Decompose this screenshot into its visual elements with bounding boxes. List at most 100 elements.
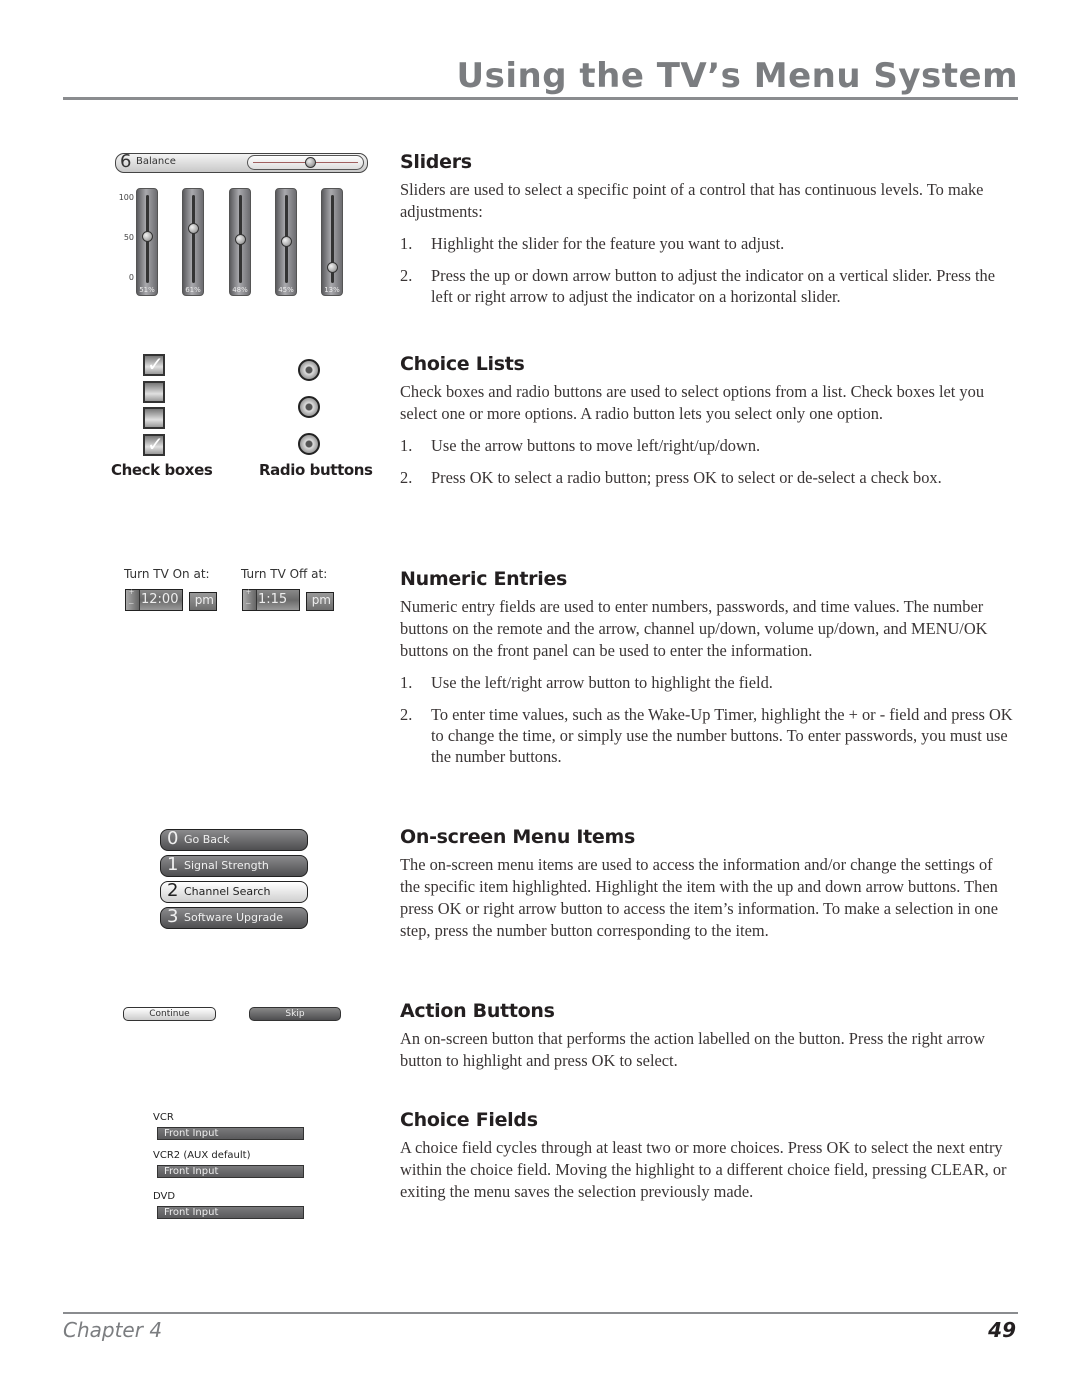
menu-item-software-upgrade[interactable]: 3 Software Upgrade: [160, 906, 308, 929]
section-choice-fields: Choice Fields A choice field cycles thro…: [400, 1109, 1015, 1213]
footer-rule: [63, 1312, 1018, 1314]
vertical-slider[interactable]: 48%: [229, 188, 251, 296]
section-choice-lists: Choice Lists Check boxes and radio butto…: [400, 353, 1015, 499]
balance-track[interactable]: [247, 155, 364, 170]
section-action-buttons: Action Buttons An on-screen button that …: [400, 1000, 1015, 1082]
choice-field-vcr2[interactable]: Front Input: [157, 1165, 304, 1178]
menu-item-number: 0: [167, 828, 179, 849]
section-intro: Numeric entry fields are used to enter n…: [400, 597, 988, 660]
slider-knob[interactable]: [281, 236, 292, 247]
skip-button[interactable]: Skip: [249, 1007, 341, 1021]
page-title: Using the TV’s Menu System: [456, 56, 1018, 96]
section-intro: Check boxes and radio buttons are used t…: [400, 382, 985, 423]
page-number: 49: [988, 1318, 1016, 1342]
radio-button[interactable]: [298, 433, 320, 455]
section-numeric-entries: Numeric Entries Numeric entry fields are…: [400, 568, 1015, 778]
section-heading: Choice Fields: [400, 1109, 538, 1131]
menu-item-label: Channel Search: [184, 885, 271, 898]
step-text: To enter time values, such as the Wake-U…: [431, 705, 1013, 766]
section-menu-items: On-screen Menu Items The on-screen menu …: [400, 826, 1015, 952]
menu-item-number: 3: [167, 906, 179, 927]
check-mark-icon: ✓: [147, 432, 164, 456]
menu-item-label: Signal Strength: [184, 859, 269, 872]
balance-label: Balance: [136, 156, 176, 167]
scale-label-100: 100: [118, 193, 134, 202]
slider-knob[interactable]: [188, 223, 199, 235]
section-heading: Choice Lists: [400, 353, 525, 375]
balance-number: 6: [120, 151, 132, 172]
choice-field-vcr[interactable]: Front Input: [157, 1127, 304, 1140]
turn-on-time-value: 12:00: [141, 592, 179, 607]
slider-knob[interactable]: [327, 261, 338, 273]
section-intro: Sliders are used to select a specific po…: [400, 180, 984, 221]
vertical-slider[interactable]: 45%: [275, 188, 297, 296]
checkbox[interactable]: [143, 407, 165, 429]
checkbox[interactable]: ✓: [143, 352, 165, 376]
turn-off-label: Turn TV Off at:: [241, 567, 328, 581]
plus-minus-spinner-icon[interactable]: [243, 587, 257, 610]
turn-off-time-value: 1:15: [258, 592, 288, 607]
turn-on-time-field[interactable]: 12:00: [125, 587, 183, 611]
menu-item-signal-strength[interactable]: 1 Signal Strength: [160, 854, 308, 877]
section-heading: Numeric Entries: [400, 568, 568, 590]
menu-item-channel-search[interactable]: 2 Channel Search: [160, 880, 308, 903]
radio-button[interactable]: [298, 396, 320, 418]
step-item: 2. To enter time values, such as the Wake…: [400, 704, 1015, 767]
step-item: 1. Use the arrow buttons to move left/rig…: [400, 435, 1015, 456]
step-item: 2. Press OK to select a radio button; pre…: [400, 467, 1015, 488]
radio-button[interactable]: [298, 359, 320, 381]
menu-item-label: Software Upgrade: [184, 911, 284, 924]
slider-percent: 45%: [278, 286, 294, 294]
vertical-slider[interactable]: 61%: [182, 188, 204, 296]
section-heading: Action Buttons: [400, 1000, 555, 1022]
menu-item-label: Go Back: [184, 833, 230, 846]
balance-knob[interactable]: [304, 157, 316, 168]
slider-percent: 48%: [232, 286, 248, 294]
step-text: Use the left/right arrow button to highl…: [431, 673, 773, 692]
step-item: 2. Press the up or down arrow button to a…: [400, 265, 1015, 307]
slider-groove: [192, 195, 195, 283]
menu-item-go-back[interactable]: 0 Go Back: [160, 828, 308, 851]
chapter-label: Chapter 4: [63, 1318, 163, 1342]
step-number: 2.: [400, 468, 413, 487]
continue-button[interactable]: Continue: [123, 1007, 216, 1021]
checkbox[interactable]: [143, 381, 165, 403]
step-number: 1.: [400, 673, 413, 692]
turn-on-ampm-field[interactable]: pm: [189, 592, 217, 611]
balance-slider[interactable]: 6 Balance: [115, 151, 368, 173]
choice-field-label-vcr: VCR: [153, 1112, 174, 1123]
slider-percent: 51%: [139, 286, 155, 294]
choice-field-dvd[interactable]: Front Input: [157, 1206, 304, 1219]
step-text: Use the arrow buttons to move left/right…: [431, 436, 761, 455]
header-rule: [63, 97, 1018, 100]
section-intro: A choice field cycles through at least t…: [400, 1138, 1007, 1201]
vertical-slider[interactable]: 51%: [136, 188, 158, 296]
section-sliders: Sliders Sliders are used to select a spe…: [400, 151, 1015, 318]
choice-field-label-vcr2: VCR2 (AUX default): [153, 1150, 251, 1161]
turn-off-ampm-field[interactable]: pm: [306, 592, 334, 611]
slider-percent: 61%: [185, 286, 201, 294]
vertical-slider[interactable]: 13%: [321, 188, 343, 296]
steps-list: 1. Use the arrow buttons to move left/rig…: [400, 435, 1015, 488]
slider-knob[interactable]: [142, 231, 153, 243]
steps-list: 1. Highlight the slider for the feature y…: [400, 233, 1015, 307]
step-number: 2.: [400, 705, 413, 724]
checkbox[interactable]: ✓: [143, 432, 165, 456]
choice-field-label-dvd: DVD: [153, 1191, 176, 1202]
scale-label-0: 0: [128, 273, 134, 282]
step-text: Press OK to select a radio button; press…: [431, 468, 942, 487]
step-number: 2.: [400, 266, 413, 285]
slider-knob[interactable]: [235, 233, 246, 245]
menu-item-number: 2: [167, 880, 179, 901]
section-intro: The on-screen menu items are used to acc…: [400, 855, 999, 940]
plus-minus-spinner-icon[interactable]: [126, 587, 140, 610]
step-text: Press the up or down arrow button to adj…: [431, 266, 995, 306]
step-text: Highlight the slider for the feature you…: [431, 234, 785, 253]
step-item: 1. Use the left/right arrow button to hig…: [400, 672, 1015, 693]
turn-off-time-field[interactable]: 1:15: [242, 587, 300, 611]
check-boxes-caption: Check boxes: [111, 461, 213, 479]
section-intro: An on-screen button that performs the ac…: [400, 1029, 985, 1070]
section-heading: Sliders: [400, 151, 472, 173]
step-number: 1.: [400, 234, 413, 253]
steps-list: 1. Use the left/right arrow button to hig…: [400, 672, 1015, 767]
